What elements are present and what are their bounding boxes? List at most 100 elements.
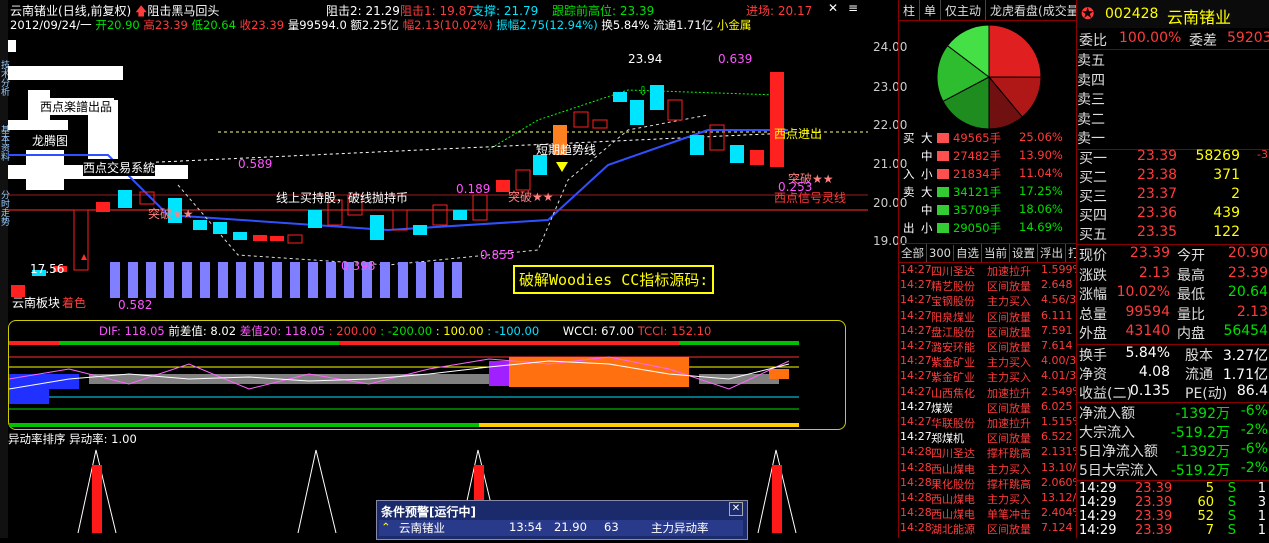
flow-side: 买 (903, 131, 915, 145)
sector-tab[interactable]: 全部 (899, 244, 927, 262)
tab-bar[interactable]: 柱 (899, 0, 921, 20)
alert-marker-icon: ⌃ (381, 520, 391, 534)
buy-levels: 买一 23.39 58269 -3 买二 23.38 371 买三 23.37 2 买四 23.36 4… (1077, 148, 1269, 244)
left-tab-2[interactable]: 基本资料 (0, 125, 9, 185)
annotation-label: 短期趋势线 (536, 143, 597, 157)
sector-time: 14:27 (900, 293, 932, 307)
stat-label: 换手 (1079, 348, 1107, 364)
buy-extra: -3 (1257, 148, 1268, 161)
alert-window[interactable]: 条件预警[运行中] ✕ ⌃ 云南锗业 13:54 21.90 63 主力异动率 (376, 500, 748, 540)
sector-name: 四川圣达 (931, 447, 975, 461)
stat-value: 23.39 (1129, 245, 1170, 261)
flow-vol: 34121手 (953, 185, 1002, 199)
flow-row: 入小 21834手 11.04% (899, 166, 1077, 183)
flow-vol: 35709手 (953, 203, 1002, 217)
tab-single[interactable]: 单 (920, 0, 942, 20)
fund-flow-value: -519.2万 (1170, 425, 1230, 441)
stat-value: 43140 (1125, 323, 1170, 339)
sector-time: 14:28 (900, 475, 932, 489)
sector-time: 14:27 (900, 308, 932, 322)
sector-name: 阳泉煤业 (931, 310, 975, 324)
sell-levels: 卖五 卖四 卖三 卖二 卖一 (1077, 49, 1269, 150)
stat-value: 5.84% (1125, 345, 1170, 361)
flow-size: 大 (921, 131, 933, 145)
sector-event: 区间放量 (987, 341, 1031, 354)
flow-size: 大 (921, 185, 933, 199)
weicha-value: 59203 (1227, 30, 1269, 46)
flow-pct: 13.90% (1019, 148, 1063, 162)
left-tab-3[interactable]: 分时走势 (0, 190, 9, 250)
sector-tab[interactable]: 浮出 (1038, 244, 1066, 262)
sector-name: 山西焦化 (931, 386, 975, 400)
stat-value: 10.02% (1116, 284, 1170, 300)
annotation-label: 线上买持股，破线抛持币 (276, 191, 409, 205)
sector-event: 加速拉升 (987, 386, 1031, 400)
fund-flow: 净流入额 -1392万 -6% 大宗流入 -519.2万 -2% 5日净流入额 -1392万 -… (1077, 402, 1269, 481)
period-label[interactable]: (日线,前复权) (58, 4, 131, 18)
annotation-value: 0.582 (118, 298, 153, 312)
buy-price: 23.35 (1137, 224, 1178, 240)
flow-size: 小 (921, 221, 933, 235)
flow-row: 中 27482手 13.90% (899, 148, 1077, 165)
sector-event: 区间放量 (987, 401, 1031, 415)
flow-tabs: 柱单仅主动龙虎看盘(成交量/股 (899, 0, 1077, 21)
stock-name: 云南锗业 (10, 4, 59, 18)
sector-tab[interactable]: 自选 (954, 244, 982, 262)
trend-line-blue (8, 129, 788, 232)
alert-stock: 云南锗业 (399, 521, 445, 535)
fund-flow-value: -1392万 (1175, 444, 1230, 460)
buy-price: 23.37 (1137, 186, 1178, 202)
quote-stats: 现价 23.39 今开 20.90 涨跌 2.13 最高 23.39 涨幅 10.02% 最低 20.… (1077, 244, 1269, 345)
sector-event: 区间放量 (987, 432, 1031, 446)
sector-name: 紫金矿业 (931, 356, 975, 370)
stat-label: 最高 (1177, 267, 1205, 284)
volume-blocks (110, 262, 462, 298)
sector-time: 14:27 (900, 415, 932, 428)
flow-side: 卖 (903, 185, 915, 199)
annotation-value: 0.253 (778, 180, 813, 194)
cci-wcci: WCCI: 67.00 (562, 324, 635, 338)
tab-active-only[interactable]: 仅主动 (941, 0, 987, 20)
stat-label: 内盘 (1177, 326, 1205, 342)
stat-value: 86.4 (1236, 383, 1268, 399)
flow-color-swatch (937, 223, 949, 233)
tick-vol: 7 (1205, 523, 1214, 538)
sector-event: 主力买入 (987, 295, 1031, 309)
alert-row[interactable]: ⌃ 云南锗业 13:54 21.90 63 主力异动率 (379, 520, 743, 536)
sell-level: 卖一 (1077, 131, 1105, 147)
weicha-label: 委差 (1189, 33, 1217, 49)
sector-row[interactable]: 14:28 湖北能源 区间放量 7.124 (899, 521, 1077, 538)
sector-tab[interactable]: 当前 (982, 244, 1010, 262)
tick-price: 23.39 (1135, 523, 1173, 538)
sector-time: 14:27 (900, 263, 932, 276)
buy-vol: 58269 (1195, 148, 1240, 164)
sector-name: 华联股份 (931, 417, 975, 430)
left-tab-1[interactable]: 技术分析 (0, 60, 9, 120)
sector-tab[interactable]: 设置 (1010, 244, 1038, 262)
flow-row: 中 35709手 18.06% (899, 202, 1077, 219)
cci-lm200: : -200.00 (380, 324, 433, 338)
flow-color-swatch (937, 133, 949, 143)
sector-time: 14:27 (900, 369, 932, 383)
flow-pct: 11.04% (1019, 166, 1063, 180)
alert-close-button[interactable]: ✕ (729, 502, 743, 516)
tick-num: 1 (1257, 481, 1266, 496)
stat-label: 今开 (1177, 248, 1205, 264)
menu-icon[interactable]: ≡ (848, 1, 858, 15)
weibi-label: 委比 (1079, 33, 1107, 49)
sector-event: 主力买入 (987, 462, 1031, 476)
stock-logo-icon: ✪ (1081, 4, 1095, 23)
alert-time: 13:54 (509, 520, 543, 534)
flow-size: 中 (921, 149, 933, 163)
quote-name: 云南锗业 (1167, 8, 1232, 27)
sector-event: 主力买入 (987, 356, 1031, 370)
sector-val: 4.00/3 (1041, 354, 1077, 368)
fund-flow-label: 净流入额 (1079, 406, 1135, 422)
buy-label: 买五 (1079, 227, 1107, 243)
annotation-label: 云南板块 (12, 296, 61, 310)
sector-val: 4.01/3 (1041, 369, 1077, 383)
close-icon[interactable]: ✕ (828, 1, 838, 15)
sector-name: 西山煤电 (931, 508, 975, 522)
sector-tab[interactable]: 300 (927, 245, 954, 261)
tab-dragon-tiger[interactable]: 龙虎看盘(成交量/股 (986, 0, 1077, 20)
